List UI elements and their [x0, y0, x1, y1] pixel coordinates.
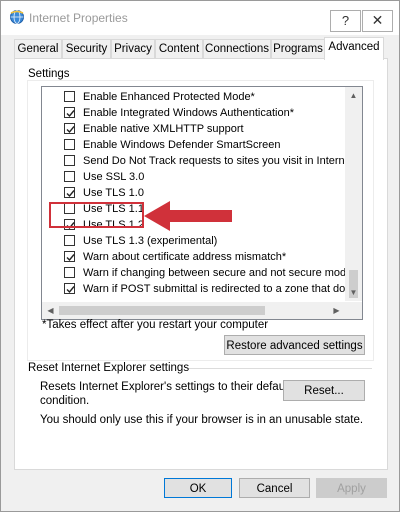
scroll-up-icon[interactable]: ▲ — [345, 87, 362, 104]
reset-description-line2: condition. — [40, 395, 90, 407]
tab-advanced[interactable]: Advanced — [324, 37, 384, 60]
setting-label: Enable Enhanced Protected Mode* — [83, 91, 255, 103]
setting-label: Use SSL 3.0 — [83, 171, 145, 183]
checkmark-icon — [66, 254, 75, 262]
checkbox[interactable] — [64, 123, 75, 134]
horizontal-scrollbar[interactable]: ◀ ▶ — [42, 302, 345, 319]
tab-strip: General Security Privacy Content Connect… — [14, 37, 391, 60]
tab-programs[interactable]: Programs — [271, 39, 325, 59]
setting-label: Enable Windows Defender SmartScreen — [83, 139, 281, 151]
vertical-scrollbar[interactable]: ▲ ▼ — [345, 87, 362, 301]
red-arrow-pointer-icon — [144, 201, 232, 231]
reset-button[interactable]: Reset... — [283, 380, 365, 401]
setting-label: Warn about certificate address mismatch* — [83, 251, 287, 263]
checkmark-icon — [66, 110, 75, 118]
tab-privacy[interactable]: Privacy — [111, 39, 155, 59]
internet-globe-icon — [10, 10, 24, 24]
checkbox[interactable] — [64, 283, 75, 294]
setting-label: Enable Integrated Windows Authentication… — [83, 107, 294, 119]
title-bar[interactable]: Internet Properties ? ✕ — [1, 1, 399, 35]
reset-description-line1: Resets Internet Explorer's settings to t… — [40, 381, 291, 393]
internet-properties-dialog: Internet Properties ? ✕ General Security… — [0, 0, 400, 512]
tab-connections[interactable]: Connections — [203, 39, 271, 59]
help-button[interactable]: ? — [330, 10, 361, 32]
setting-label: Warn if POST submittal is redirected to … — [83, 283, 363, 295]
cancel-button[interactable]: Cancel — [239, 478, 310, 498]
tls12-highlight-box — [49, 202, 144, 228]
setting-label: Use TLS 1.0 — [83, 187, 144, 199]
reset-group-label: Reset Internet Explorer settings — [28, 362, 190, 374]
tab-content[interactable]: Content — [155, 39, 203, 59]
restart-note: *Takes effect after you restart your com… — [42, 319, 269, 331]
checkmark-icon — [66, 126, 75, 134]
scrollbar-corner — [345, 302, 362, 319]
setting-label: Warn if changing between secure and not … — [83, 267, 353, 279]
checkbox[interactable] — [64, 91, 75, 102]
reset-group-divider — [177, 368, 372, 369]
scroll-right-icon[interactable]: ▶ — [328, 302, 345, 319]
window-title: Internet Properties — [29, 11, 128, 25]
checkmark-icon — [66, 286, 75, 294]
ok-button[interactable]: OK — [164, 478, 232, 498]
settings-group-label: Settings — [28, 68, 74, 80]
checkbox[interactable] — [64, 187, 75, 198]
close-button[interactable]: ✕ — [362, 10, 393, 32]
reset-warning: You should only use this if your browser… — [40, 414, 364, 426]
tab-general[interactable]: General — [14, 39, 62, 59]
setting-label: Enable native XMLHTTP support — [83, 123, 244, 135]
tab-security[interactable]: Security — [62, 39, 111, 59]
horizontal-scroll-thumb[interactable] — [59, 306, 265, 315]
scroll-left-icon[interactable]: ◀ — [42, 302, 59, 319]
checkmark-icon — [66, 190, 75, 198]
checkbox[interactable] — [64, 107, 75, 118]
checkbox[interactable] — [64, 171, 75, 182]
checkbox[interactable] — [64, 155, 75, 166]
scroll-down-icon[interactable]: ▼ — [345, 284, 362, 301]
checkbox[interactable] — [64, 251, 75, 262]
setting-label: Send Do Not Track requests to sites you … — [83, 155, 363, 167]
restore-advanced-settings-button[interactable]: Restore advanced settings — [224, 335, 365, 355]
apply-button[interactable]: Apply — [316, 478, 387, 498]
checkbox[interactable] — [64, 235, 75, 246]
checkbox[interactable] — [64, 267, 75, 278]
setting-label: Use TLS 1.3 (experimental) — [83, 235, 218, 247]
checkbox[interactable] — [64, 139, 75, 150]
